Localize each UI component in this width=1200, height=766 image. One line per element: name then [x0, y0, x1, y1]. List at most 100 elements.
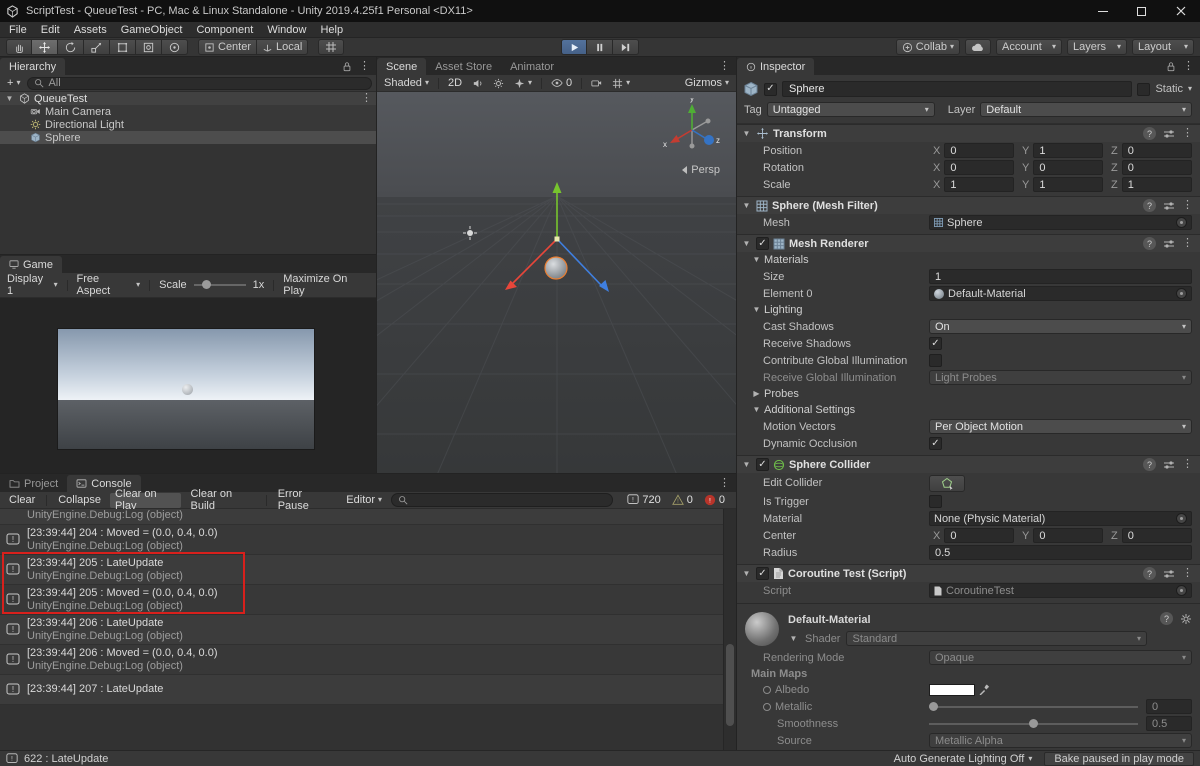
kebab-menu-icon[interactable]: ⋮ [359, 61, 370, 72]
transform-header[interactable]: ▼ Transform ? ⋮ [737, 124, 1200, 142]
additional-settings-foldout[interactable]: ▼ Additional Settings [737, 402, 1200, 418]
menu-help[interactable]: Help [313, 24, 350, 36]
script-component-header[interactable]: ▼ ✓ Coroutine Test (Script) ? ⋮ [737, 564, 1200, 582]
grid-settings-dropdown[interactable]: ▾ [609, 78, 633, 89]
presets-icon[interactable] [1163, 200, 1175, 212]
grid-snap-button[interactable] [318, 39, 344, 55]
auto-generate-lighting-button[interactable]: Auto Generate Lighting Off ▾ [894, 753, 1033, 765]
console-log-entry[interactable]: ! [23:39:44] 205 : Moved = (0.0, 0.4, 0.… [0, 585, 736, 615]
lock-icon[interactable] [1166, 61, 1176, 72]
cloud-button[interactable] [965, 39, 991, 55]
transform-tool-button[interactable] [136, 39, 162, 55]
cast-shadows-dropdown[interactable]: On ▾ [929, 319, 1192, 334]
help-icon[interactable]: ? [1143, 567, 1156, 580]
scene-root-row[interactable]: ▼ QueueTest ⋮ [0, 92, 376, 105]
caret-down-icon[interactable]: ▾ [1188, 85, 1192, 93]
metallic-value-field[interactable]: 0 [1146, 699, 1192, 714]
layers-dropdown[interactable]: Layers ▾ [1067, 39, 1127, 55]
menu-file[interactable]: File [2, 24, 34, 36]
bake-status-chip[interactable]: Bake paused in play mode [1044, 752, 1194, 766]
presets-icon[interactable] [1163, 459, 1175, 471]
menu-edit[interactable]: Edit [34, 24, 67, 36]
play-button[interactable] [561, 39, 587, 55]
warning-count-badge[interactable]: ! 0 [672, 494, 693, 506]
albedo-color-swatch[interactable] [929, 684, 975, 696]
account-dropdown[interactable]: Account ▾ [996, 39, 1062, 55]
rotation-z-field[interactable]: 0 [1122, 160, 1192, 175]
materials-foldout[interactable]: ▼ Materials [737, 252, 1200, 268]
console-log-entry[interactable]: ! [23:39:44] 207 : LateUpdate [0, 675, 736, 705]
dynamic-occlusion-checkbox[interactable]: ✓ [929, 437, 942, 450]
script-object-field[interactable]: CoroutineTest [929, 583, 1192, 598]
kebab-menu-icon[interactable]: ⋮ [361, 93, 376, 104]
lighting-foldout[interactable]: ▼ Lighting [737, 302, 1200, 318]
console-search-input[interactable] [391, 493, 613, 507]
sphere-collider-header[interactable]: ▼ ✓ Sphere Collider ? ⋮ [737, 455, 1200, 473]
kebab-menu-icon[interactable]: ⋮ [1182, 459, 1193, 470]
hierarchy-search-input[interactable]: All [27, 77, 372, 90]
pause-button[interactable] [587, 39, 613, 55]
foldout-open-icon[interactable]: ▼ [4, 95, 15, 103]
scene-effects-dropdown[interactable]: ▾ [511, 78, 535, 89]
presets-icon[interactable] [1163, 568, 1175, 580]
tab-scene[interactable]: Scene [377, 58, 426, 75]
kebab-menu-icon[interactable]: ⋮ [1182, 128, 1193, 139]
gizmos-dropdown[interactable]: Gizmos ▾ [682, 77, 732, 89]
object-picker-icon[interactable] [1176, 288, 1187, 299]
edit-collider-button[interactable] [929, 475, 965, 492]
custom-tool-button[interactable] [162, 39, 188, 55]
texture-slot-icon[interactable] [763, 686, 771, 694]
rotation-y-field[interactable]: 0 [1033, 160, 1103, 175]
metallic-slider[interactable] [929, 706, 1138, 708]
foldout-open-icon[interactable]: ▼ [741, 240, 752, 248]
close-button[interactable] [1161, 0, 1200, 22]
clear-on-play-button[interactable]: Clear on Play [110, 493, 181, 508]
physic-material-field[interactable]: None (Physic Material) [929, 511, 1192, 526]
position-z-field[interactable]: 0 [1122, 143, 1192, 158]
layer-dropdown[interactable]: Default ▾ [980, 102, 1192, 117]
kebab-menu-icon[interactable]: ⋮ [1182, 568, 1193, 579]
scene-visibility-toggle[interactable]: 0 [548, 77, 575, 89]
object-picker-icon[interactable] [1176, 585, 1187, 596]
game-viewport[interactable] [0, 298, 376, 473]
material-preview-sphere[interactable] [745, 612, 779, 646]
tab-inspector[interactable]: Inspector [737, 58, 814, 75]
status-message[interactable]: 622 : LateUpdate [24, 753, 108, 765]
kebab-menu-icon[interactable]: ⋮ [1183, 61, 1194, 72]
error-pause-button[interactable]: Error Pause [273, 493, 338, 508]
smoothness-value-field[interactable]: 0.5 [1146, 716, 1192, 731]
help-icon[interactable]: ? [1143, 237, 1156, 250]
hierarchy-item-sphere[interactable]: Sphere [0, 131, 376, 144]
aspect-dropdown[interactable]: Free Aspect ▾ [74, 273, 144, 297]
step-button[interactable] [613, 39, 639, 55]
tag-dropdown[interactable]: Untagged ▾ [767, 102, 935, 117]
orientation-gizmo[interactable]: x y z [656, 98, 726, 168]
scene-audio-toggle[interactable] [469, 78, 486, 89]
tab-game[interactable]: Game [0, 256, 62, 273]
center-y-field[interactable]: 0 [1033, 528, 1103, 543]
probes-foldout[interactable]: ▶ Probes [737, 386, 1200, 402]
editor-dropdown[interactable]: Editor ▾ [341, 493, 387, 508]
move-tool-button[interactable] [32, 39, 58, 55]
help-icon[interactable]: ? [1143, 127, 1156, 140]
log-count-badge[interactable]: ! 720 [627, 494, 660, 506]
object-picker-icon[interactable] [1176, 513, 1187, 524]
console-log-entry[interactable]: ! [23:39:44] 205 : LateUpdate UnityEngin… [0, 555, 736, 585]
tab-project[interactable]: Project [0, 475, 67, 492]
center-x-field[interactable]: 0 [944, 528, 1014, 543]
minimize-button[interactable] [1083, 0, 1122, 22]
clear-button[interactable]: Clear [4, 493, 40, 508]
gameobject-cube-icon[interactable] [743, 81, 759, 97]
help-icon[interactable]: ? [1143, 199, 1156, 212]
rotation-x-field[interactable]: 0 [944, 160, 1014, 175]
foldout-open-icon[interactable]: ▼ [741, 130, 752, 138]
static-checkbox[interactable] [1137, 83, 1150, 96]
smoothness-slider-thumb[interactable] [1029, 719, 1038, 728]
scene-lighting-toggle[interactable] [490, 78, 507, 89]
texture-slot-icon[interactable] [763, 703, 771, 711]
hierarchy-item-main-camera[interactable]: Main Camera [0, 105, 376, 118]
eyedropper-icon[interactable] [979, 684, 990, 695]
active-checkbox[interactable]: ✓ [764, 83, 777, 96]
gameobject-name-field[interactable]: Sphere [782, 81, 1132, 97]
console-scrollbar-thumb[interactable] [726, 644, 734, 726]
